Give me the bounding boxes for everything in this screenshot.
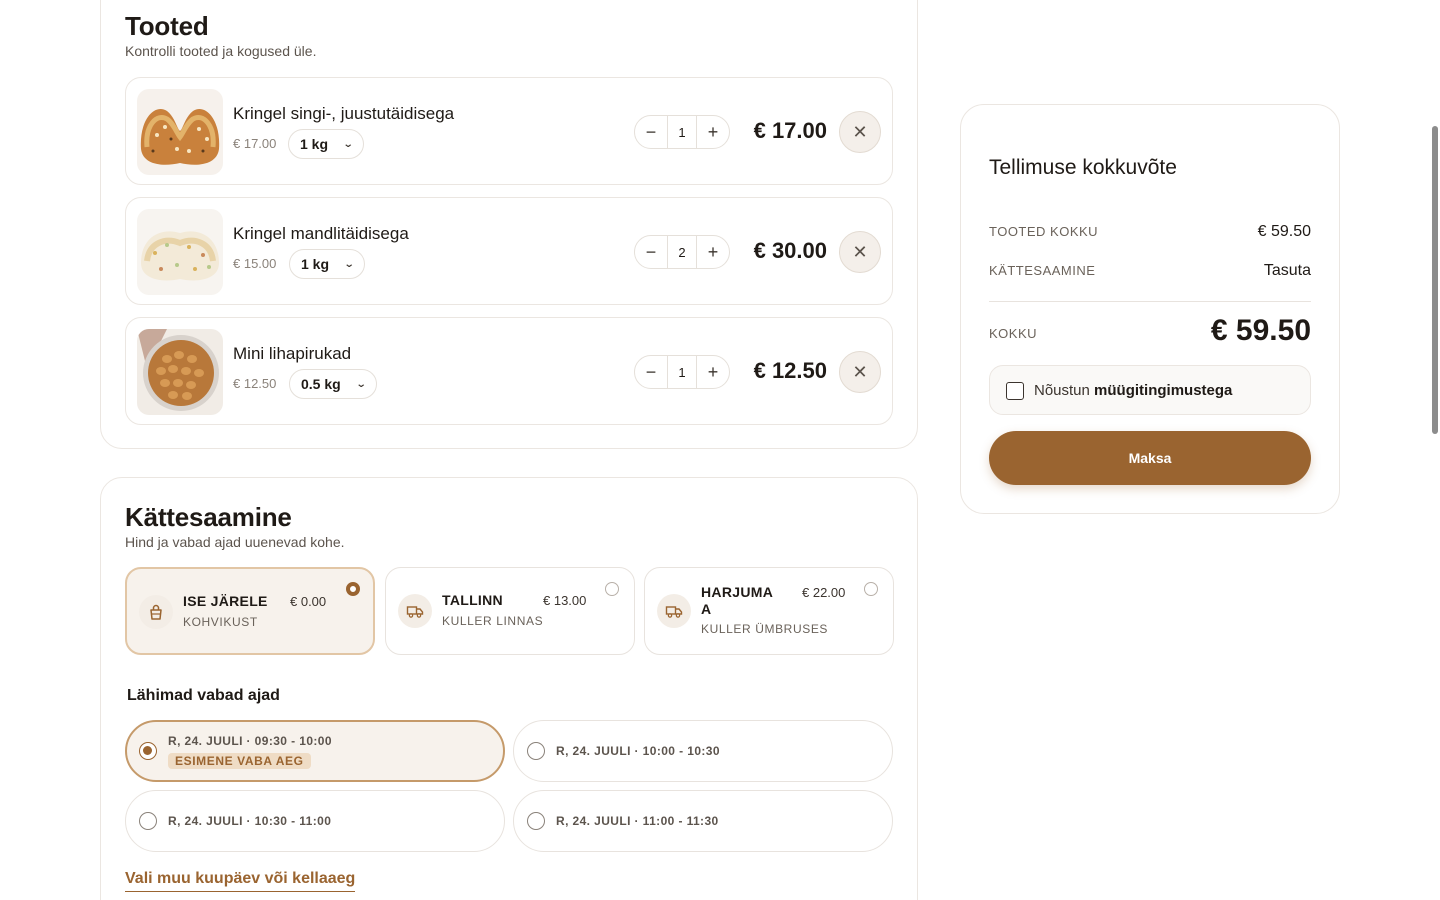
slots-title: Lähimad vabad ajad bbox=[127, 687, 280, 704]
products-panel: Tooted Kontrolli tooted ja kogused üle. … bbox=[100, 0, 918, 449]
quantity-value[interactable]: 1 bbox=[667, 116, 697, 148]
delivery-option-name: ISE JÄRELE bbox=[183, 593, 268, 609]
products-subtitle: Kontrolli tooted ja kogused üle. bbox=[125, 43, 317, 59]
decrease-button[interactable]: − bbox=[635, 236, 667, 268]
delivery-option-radio[interactable] bbox=[605, 582, 619, 596]
product-image-kringel-almond bbox=[137, 209, 223, 295]
delivery-option-price: € 0.00 bbox=[290, 594, 327, 609]
delivery-option-pickup[interactable]: ISE JÄRELE KOHVIKUST € 0.00 bbox=[125, 567, 375, 655]
time-slot[interactable]: R, 24. JUULI · 10:30 - 11:00 bbox=[125, 790, 505, 852]
bag-icon bbox=[139, 595, 173, 629]
first-available-badge: ESIMENE VABA AEG bbox=[168, 753, 311, 769]
time-slot[interactable]: R, 24. JUULI · 10:00 - 10:30 bbox=[513, 720, 893, 782]
terms-label: Nõustun müügitingimustega bbox=[1034, 382, 1232, 399]
quantity-value[interactable]: 2 bbox=[667, 236, 697, 268]
pay-button[interactable]: Maksa bbox=[989, 431, 1311, 485]
size-select-value: 1 kg bbox=[300, 136, 329, 152]
product-name: Kringel singi-, juustutäidisega bbox=[233, 104, 455, 123]
delivery-cost-label: KÄTTESAAMINE bbox=[989, 263, 1096, 278]
quantity-stepper: − 1 + bbox=[634, 355, 730, 389]
delivery-option-name: TALLINN bbox=[442, 592, 503, 608]
remove-item-button[interactable]: ✕ bbox=[839, 351, 881, 393]
time-slot-radio[interactable] bbox=[527, 812, 545, 830]
delivery-title: Kättesaamine bbox=[125, 502, 292, 532]
time-slot-label: R, 24. JUULI · 09:30 - 10:00 bbox=[168, 734, 332, 748]
time-slot[interactable]: R, 24. JUULI · 09:30 - 10:00 ESIMENE VAB… bbox=[125, 720, 505, 782]
delivery-option-sub: KULLER ÜMBRUSES bbox=[701, 622, 829, 636]
product-unit-price: € 12.50 bbox=[233, 376, 277, 391]
time-slot[interactable]: R, 24. JUULI · 11:00 - 11:30 bbox=[513, 790, 893, 852]
size-select[interactable]: 1 kg ⌄ bbox=[288, 129, 365, 159]
chevron-down-icon: ⌄ bbox=[343, 258, 355, 270]
decrease-button[interactable]: − bbox=[635, 356, 667, 388]
delivery-option-sub: KULLER LINNAS bbox=[442, 614, 544, 628]
increase-button[interactable]: + bbox=[697, 116, 729, 148]
delivery-option-sub: KOHVIKUST bbox=[183, 615, 258, 629]
delivery-option-harjumaa[interactable]: HARJUMA A KULLER ÜMBRUSES € 22.00 bbox=[644, 567, 894, 655]
product-image-mini-pies bbox=[137, 329, 223, 415]
delivery-option-name-line1: HARJUMA bbox=[701, 584, 774, 600]
terms-agreement[interactable]: Nõustun müügitingimustega bbox=[989, 365, 1311, 415]
product-name: Mini lihapirukad bbox=[233, 344, 352, 363]
cart-item: Kringel mandlitäidisega € 15.00 1 kg ⌄ −… bbox=[125, 197, 893, 305]
time-slot-radio[interactable] bbox=[139, 812, 157, 830]
divider bbox=[989, 301, 1311, 302]
terms-link[interactable]: müügitingimustega bbox=[1094, 382, 1232, 399]
page-scrollbar[interactable] bbox=[1432, 126, 1438, 434]
products-title: Tooted bbox=[125, 11, 209, 41]
product-name: Kringel mandlitäidisega bbox=[233, 224, 409, 243]
choose-other-time-link[interactable]: Vali muu kuupäev või kellaaeg bbox=[125, 870, 356, 892]
delivery-option-name-line2: A bbox=[701, 601, 712, 617]
summary-title: Tellimuse kokkuvõte bbox=[989, 156, 1177, 179]
time-slot-radio[interactable] bbox=[139, 742, 157, 760]
product-unit-price: € 15.00 bbox=[233, 256, 277, 271]
quantity-stepper: − 1 + bbox=[634, 115, 730, 149]
product-image-kringel-ham-cheese bbox=[137, 89, 223, 175]
product-unit-price: € 17.00 bbox=[233, 136, 277, 151]
product-total: € 17.00 bbox=[753, 118, 827, 143]
delivery-option-price: € 22.00 bbox=[802, 585, 846, 600]
delivery-cost-value: Tasuta bbox=[1263, 262, 1311, 279]
time-slot-radio[interactable] bbox=[527, 742, 545, 760]
chevron-down-icon: ⌄ bbox=[355, 378, 367, 390]
delivery-option-name: HARJUMA A bbox=[701, 584, 773, 618]
remove-item-button[interactable]: ✕ bbox=[839, 111, 881, 153]
quantity-value[interactable]: 1 bbox=[667, 356, 697, 388]
delivery-subtitle: Hind ja vabad ajad uuenevad kohe. bbox=[125, 534, 345, 550]
time-slot-label: R, 24. JUULI · 10:30 - 11:00 bbox=[168, 814, 332, 828]
products-total-value: € 59.50 bbox=[1257, 223, 1311, 240]
product-total: € 12.50 bbox=[753, 358, 827, 383]
grand-total-value: € 59.50 bbox=[1210, 314, 1311, 347]
size-select-value: 1 kg bbox=[301, 256, 330, 272]
truck-icon bbox=[657, 594, 691, 628]
close-icon: ✕ bbox=[852, 121, 868, 142]
order-summary-panel: Tellimuse kokkuvõte TOOTED KOKKU € 59.50… bbox=[960, 104, 1340, 514]
decrease-button[interactable]: − bbox=[635, 116, 667, 148]
close-icon: ✕ bbox=[852, 241, 868, 262]
delivery-option-price: € 13.00 bbox=[543, 593, 587, 608]
product-total: € 30.00 bbox=[753, 238, 827, 263]
time-slot-label: R, 24. JUULI · 11:00 - 11:30 bbox=[556, 814, 719, 828]
truck-icon bbox=[398, 594, 432, 628]
time-slot-label: R, 24. JUULI · 10:00 - 10:30 bbox=[556, 744, 720, 758]
terms-prefix: Nõustun bbox=[1034, 382, 1090, 399]
size-select[interactable]: 1 kg ⌄ bbox=[289, 249, 366, 279]
grand-total-label: KOKKU bbox=[989, 326, 1038, 341]
delivery-panel: Kättesaamine Hind ja vabad ajad uuenevad… bbox=[100, 477, 918, 900]
size-select[interactable]: 0.5 kg ⌄ bbox=[289, 369, 378, 399]
quantity-stepper: − 2 + bbox=[634, 235, 730, 269]
products-total-label: TOOTED KOKKU bbox=[989, 224, 1099, 239]
increase-button[interactable]: + bbox=[697, 356, 729, 388]
cart-item: Mini lihapirukad € 12.50 0.5 kg ⌄ − 1 + … bbox=[125, 317, 893, 425]
delivery-option-radio[interactable] bbox=[864, 582, 878, 596]
size-select-value: 0.5 kg bbox=[301, 376, 341, 392]
cart-item: Kringel singi-, juustutäidisega € 17.00 … bbox=[125, 77, 893, 185]
close-icon: ✕ bbox=[852, 361, 868, 382]
increase-button[interactable]: + bbox=[697, 236, 729, 268]
delivery-option-radio[interactable] bbox=[346, 582, 360, 596]
remove-item-button[interactable]: ✕ bbox=[839, 231, 881, 273]
terms-checkbox[interactable] bbox=[1006, 382, 1024, 400]
delivery-option-tallinn[interactable]: TALLINN KULLER LINNAS € 13.00 bbox=[385, 567, 635, 655]
chevron-down-icon: ⌄ bbox=[342, 138, 354, 150]
